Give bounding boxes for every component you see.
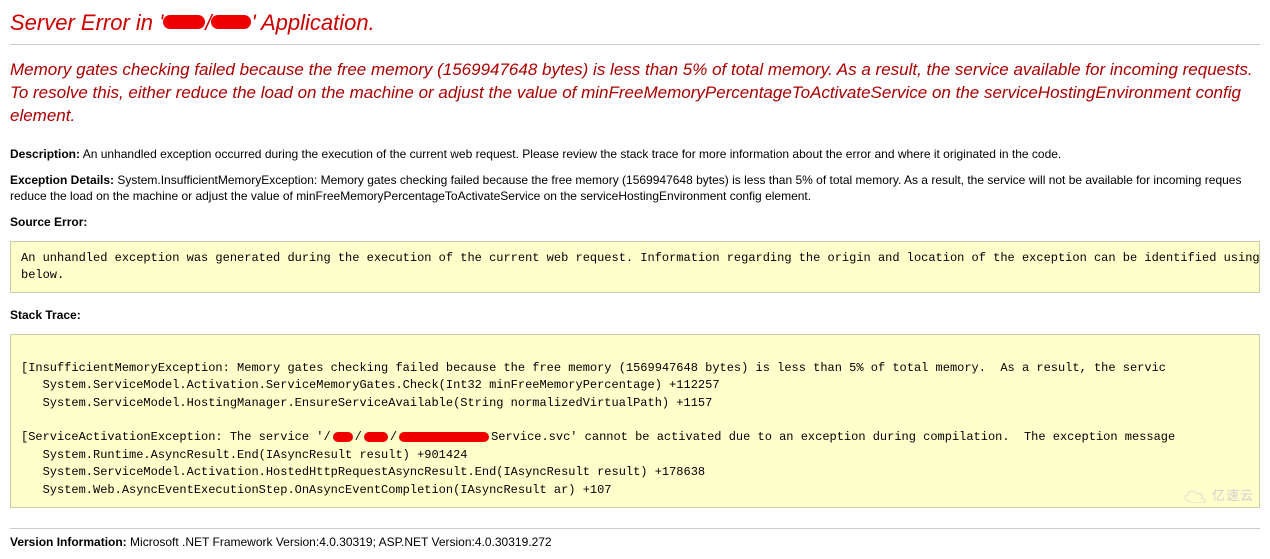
source-error-box: An unhandled exception was generated dur… — [10, 241, 1260, 294]
cloud-icon — [1182, 487, 1208, 503]
redacted-app-path-1 — [163, 15, 205, 29]
stack-trace-label: Stack Trace: — [10, 308, 81, 322]
watermark: 亿速云 — [1182, 485, 1254, 504]
source-error-label: Source Error: — [10, 215, 87, 229]
exception-details-section: Exception Details: System.InsufficientMe… — [10, 172, 1260, 204]
stack-trace-box: [InsufficientMemoryException: Memory gat… — [10, 334, 1260, 509]
title-prefix: Server Error in ' — [10, 10, 163, 35]
redacted-path-b — [364, 432, 388, 442]
redacted-path-c — [399, 432, 489, 442]
version-info-text: Microsoft .NET Framework Version:4.0.303… — [130, 535, 552, 549]
source-error-section: Source Error: — [10, 214, 1260, 230]
page-title: Server Error in '/' Application. — [10, 10, 1260, 45]
watermark-text: 亿速云 — [1212, 485, 1254, 504]
description-label: Description: — [10, 147, 80, 161]
redacted-path-a — [333, 432, 353, 442]
redacted-app-path-2 — [211, 15, 251, 29]
main-error-message: Memory gates checking failed because the… — [10, 59, 1260, 128]
exception-details-label: Exception Details: — [10, 173, 114, 187]
exception-details-text: System.InsufficientMemoryException: Memo… — [10, 173, 1241, 203]
stack-trace-section: Stack Trace: — [10, 307, 1260, 323]
description-text: An unhandled exception occurred during t… — [83, 147, 1062, 161]
title-suffix: ' Application. — [251, 10, 374, 35]
version-info-section: Version Information: Microsoft .NET Fram… — [10, 528, 1260, 549]
description-section: Description: An unhandled exception occu… — [10, 146, 1260, 162]
version-info-label: Version Information: — [10, 535, 127, 549]
